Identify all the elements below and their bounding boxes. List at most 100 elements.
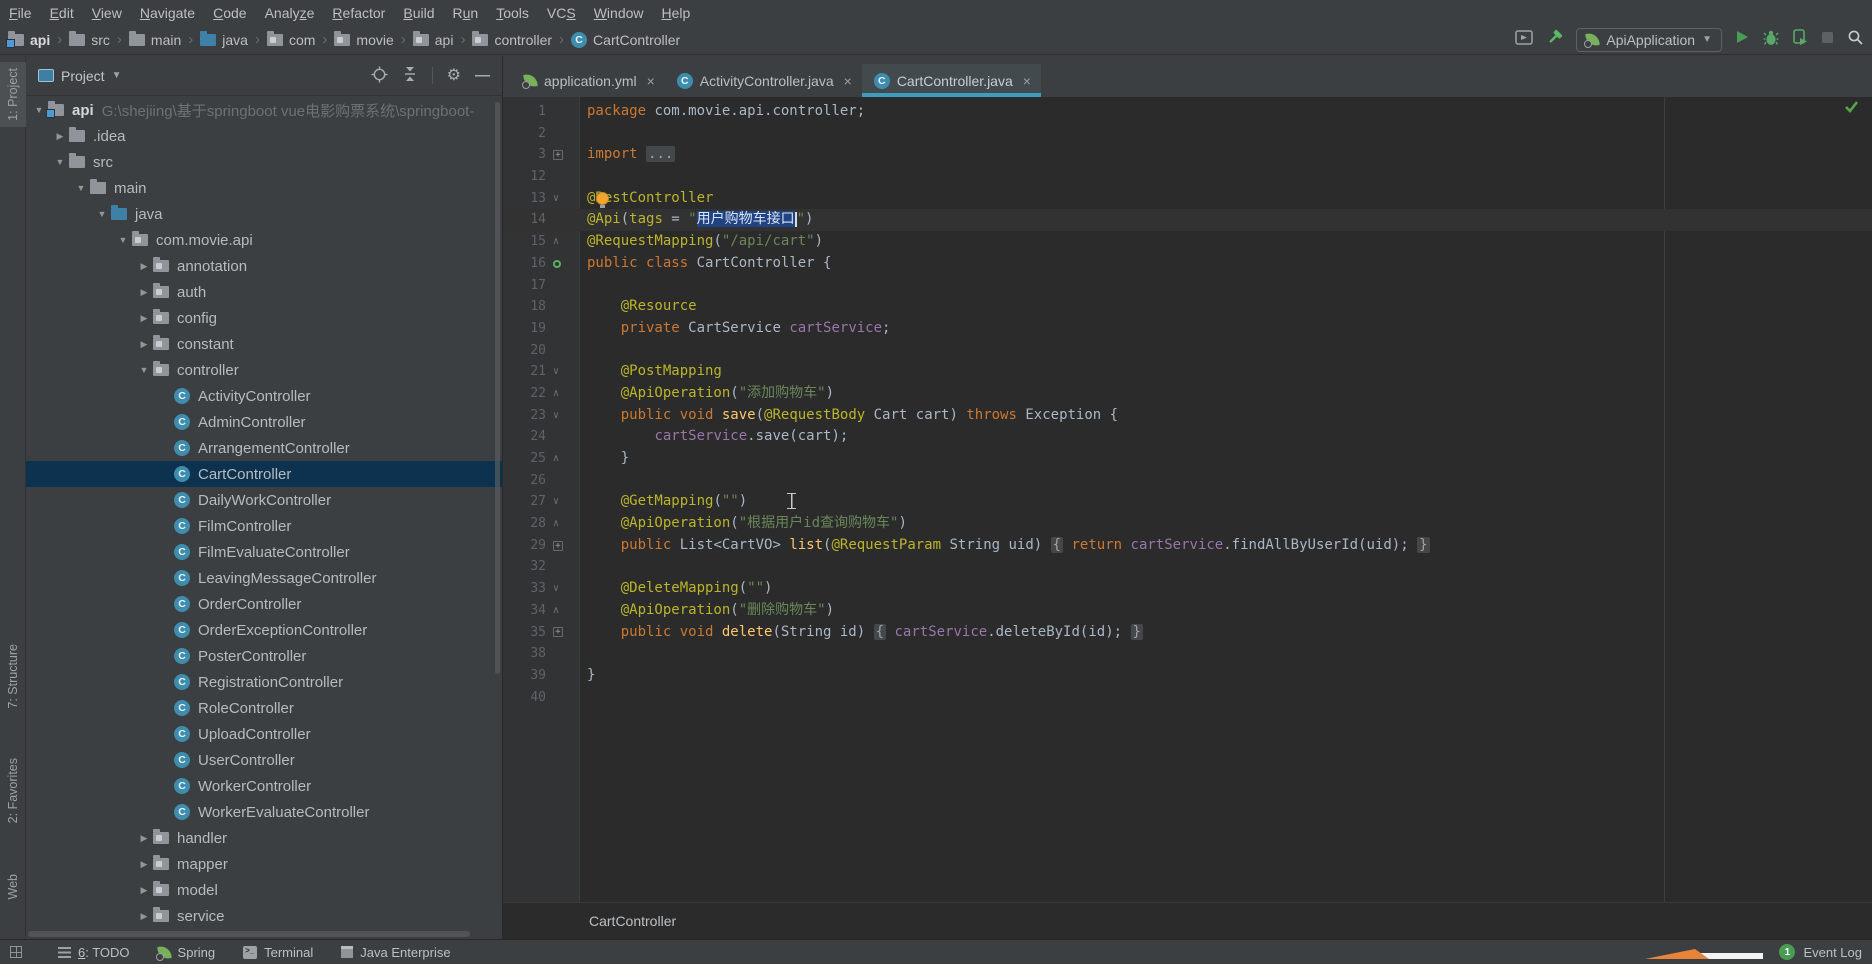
- tree-item-java[interactable]: ▼java: [26, 201, 502, 227]
- tree-item-cartcontroller[interactable]: CartController: [26, 461, 502, 487]
- tree-collapse-arrow[interactable]: ▶: [135, 911, 153, 922]
- tree-expand-arrow[interactable]: ▼: [135, 365, 153, 375]
- line-number[interactable]: 28: [503, 513, 546, 535]
- menu-item-navigate[interactable]: Navigate: [131, 2, 204, 24]
- gutter-slot[interactable]: ∨: [546, 361, 579, 383]
- status-item-java-enterprise[interactable]: Java Enterprise: [341, 945, 450, 960]
- breadcrumb-item-com[interactable]: com: [265, 32, 317, 48]
- line-number[interactable]: 19: [503, 318, 546, 340]
- breadcrumb-item-api[interactable]: api: [6, 32, 52, 48]
- tree-item-orderexceptioncontroller[interactable]: OrderExceptionController: [26, 617, 502, 643]
- tab-activitycontroller-java[interactable]: ActivityController.java×: [665, 64, 862, 97]
- breadcrumb-item-src[interactable]: src: [67, 32, 112, 48]
- event-log-button[interactable]: Event Log: [1803, 945, 1862, 960]
- run-button[interactable]: [1735, 29, 1750, 50]
- gear-icon[interactable]: ⚙: [447, 68, 461, 84]
- breadcrumb-item-cartcontroller[interactable]: CartController: [569, 32, 682, 48]
- line-number[interactable]: 35: [503, 622, 546, 644]
- line-number[interactable]: 23: [503, 405, 546, 427]
- line-number[interactable]: 24: [503, 426, 546, 448]
- code-line-19[interactable]: 19 private CartService cartService;: [503, 318, 1872, 340]
- breadcrumb-item-controller[interactable]: controller: [470, 32, 554, 48]
- gutter-slot[interactable]: ∨: [546, 188, 579, 210]
- code-line-13[interactable]: 13∨@RestController: [503, 188, 1872, 210]
- editor-breadcrumb-item[interactable]: CartController: [589, 913, 676, 929]
- tree-item-workerevaluatecontroller[interactable]: WorkerEvaluateController: [26, 799, 502, 825]
- tree-item-rolecontroller[interactable]: RoleController: [26, 695, 502, 721]
- breadcrumb-item-api[interactable]: api: [411, 32, 456, 48]
- code-line-23[interactable]: 23∨ public void save(@RequestBody Cart c…: [503, 405, 1872, 427]
- code-line-28[interactable]: 28∧ @ApiOperation("根据用户id查询购物车"): [503, 513, 1872, 535]
- code-line-21[interactable]: 21∨ @PostMapping: [503, 361, 1872, 383]
- line-number[interactable]: 2: [503, 123, 546, 145]
- line-number[interactable]: 26: [503, 470, 546, 492]
- code-line-25[interactable]: 25∧ }: [503, 448, 1872, 470]
- fold-up-icon[interactable]: ∧: [553, 231, 559, 253]
- menu-item-vcs[interactable]: VCS: [538, 2, 585, 24]
- breadcrumb-item-main[interactable]: main: [127, 32, 183, 48]
- tree-expand-arrow[interactable]: ▼: [51, 157, 69, 167]
- tree-item-handler[interactable]: ▶handler: [26, 825, 502, 851]
- line-number[interactable]: 13: [503, 188, 546, 210]
- line-number[interactable]: 20: [503, 340, 546, 362]
- code-line-17[interactable]: 17: [503, 275, 1872, 297]
- tool-window-button-web[interactable]: Web: [0, 868, 26, 905]
- fold-up-icon[interactable]: ∧: [553, 448, 559, 470]
- collapse-all-icon[interactable]: [402, 66, 418, 85]
- tree-collapse-arrow[interactable]: ▶: [135, 833, 153, 844]
- tree-item-src[interactable]: ▼src: [26, 149, 502, 175]
- tree-vertical-scrollbar[interactable]: [495, 102, 500, 674]
- status-item-todo[interactable]: 6: TODO: [58, 945, 130, 960]
- tree-expand-arrow[interactable]: ▼: [114, 235, 132, 245]
- menu-item-file[interactable]: File: [0, 2, 41, 24]
- tree-item-filmevaluatecontroller[interactable]: FilmEvaluateController: [26, 539, 502, 565]
- gutter-slot[interactable]: +: [546, 144, 579, 166]
- breadcrumb-item-movie[interactable]: movie: [332, 32, 395, 48]
- status-item-terminal[interactable]: Terminal: [243, 945, 313, 960]
- tree-item-main[interactable]: ▼main: [26, 175, 502, 201]
- line-number[interactable]: 25: [503, 448, 546, 470]
- line-number[interactable]: 27: [503, 491, 546, 513]
- menu-item-refactor[interactable]: Refactor: [323, 2, 394, 24]
- gutter-slot[interactable]: ∧: [546, 383, 579, 405]
- tree-item-constant[interactable]: ▶constant: [26, 331, 502, 357]
- menu-item-build[interactable]: Build: [394, 2, 443, 24]
- code-line-14[interactable]: 14@Api(tags = "用户购物车接口"): [503, 209, 1872, 231]
- fold-up-icon[interactable]: ∧: [553, 383, 559, 405]
- gutter-slot[interactable]: ∧: [546, 513, 579, 535]
- tree-item-arrangementcontroller[interactable]: ArrangementController: [26, 435, 502, 461]
- menu-item-code[interactable]: Code: [204, 2, 255, 24]
- locate-file-icon[interactable]: [371, 66, 388, 86]
- tree-item-workercontroller[interactable]: WorkerController: [26, 773, 502, 799]
- fold-down-icon[interactable]: ∨: [553, 491, 559, 513]
- tree-collapse-arrow[interactable]: ▶: [135, 313, 153, 324]
- code-line-29[interactable]: 29+ public List<CartVO> list(@RequestPar…: [503, 535, 1872, 557]
- tree-expand-arrow[interactable]: ▼: [72, 183, 90, 193]
- tree-item-ordercontroller[interactable]: OrderController: [26, 591, 502, 617]
- line-number[interactable]: 21: [503, 361, 546, 383]
- line-number[interactable]: 32: [503, 556, 546, 578]
- tree-item-service[interactable]: ▶service: [26, 903, 502, 927]
- line-number[interactable]: 29: [503, 535, 546, 557]
- tree-item-com.movie.api[interactable]: ▼com.movie.api: [26, 227, 502, 253]
- code-line-12[interactable]: 12: [503, 166, 1872, 188]
- code-line-16[interactable]: 16public class CartController {: [503, 253, 1872, 275]
- line-number[interactable]: 22: [503, 383, 546, 405]
- tool-window-switcher-icon[interactable]: [10, 946, 22, 958]
- code-line-26[interactable]: 26: [503, 470, 1872, 492]
- tree-item-filmcontroller[interactable]: FilmController: [26, 513, 502, 539]
- tree-item-api[interactable]: ▼apiG:\shejiing\基于springboot vue电影购票系统\s…: [26, 97, 502, 123]
- fold-down-icon[interactable]: ∨: [553, 578, 559, 600]
- line-number[interactable]: 33: [503, 578, 546, 600]
- gutter-slot[interactable]: ∨: [546, 578, 579, 600]
- tree-item-annotation[interactable]: ▶annotation: [26, 253, 502, 279]
- line-number[interactable]: 3: [503, 144, 546, 166]
- tree-item-auth[interactable]: ▶auth: [26, 279, 502, 305]
- tree-item-.idea[interactable]: ▶.idea: [26, 123, 502, 149]
- gutter-slot[interactable]: +: [546, 622, 579, 644]
- line-number[interactable]: 16: [503, 253, 546, 275]
- breadcrumb-item-java[interactable]: java: [198, 32, 250, 48]
- tree-item-model[interactable]: ▶model: [26, 877, 502, 903]
- tool-window-button-structure[interactable]: 7: Structure: [0, 638, 26, 715]
- code-line-2[interactable]: 2: [503, 123, 1872, 145]
